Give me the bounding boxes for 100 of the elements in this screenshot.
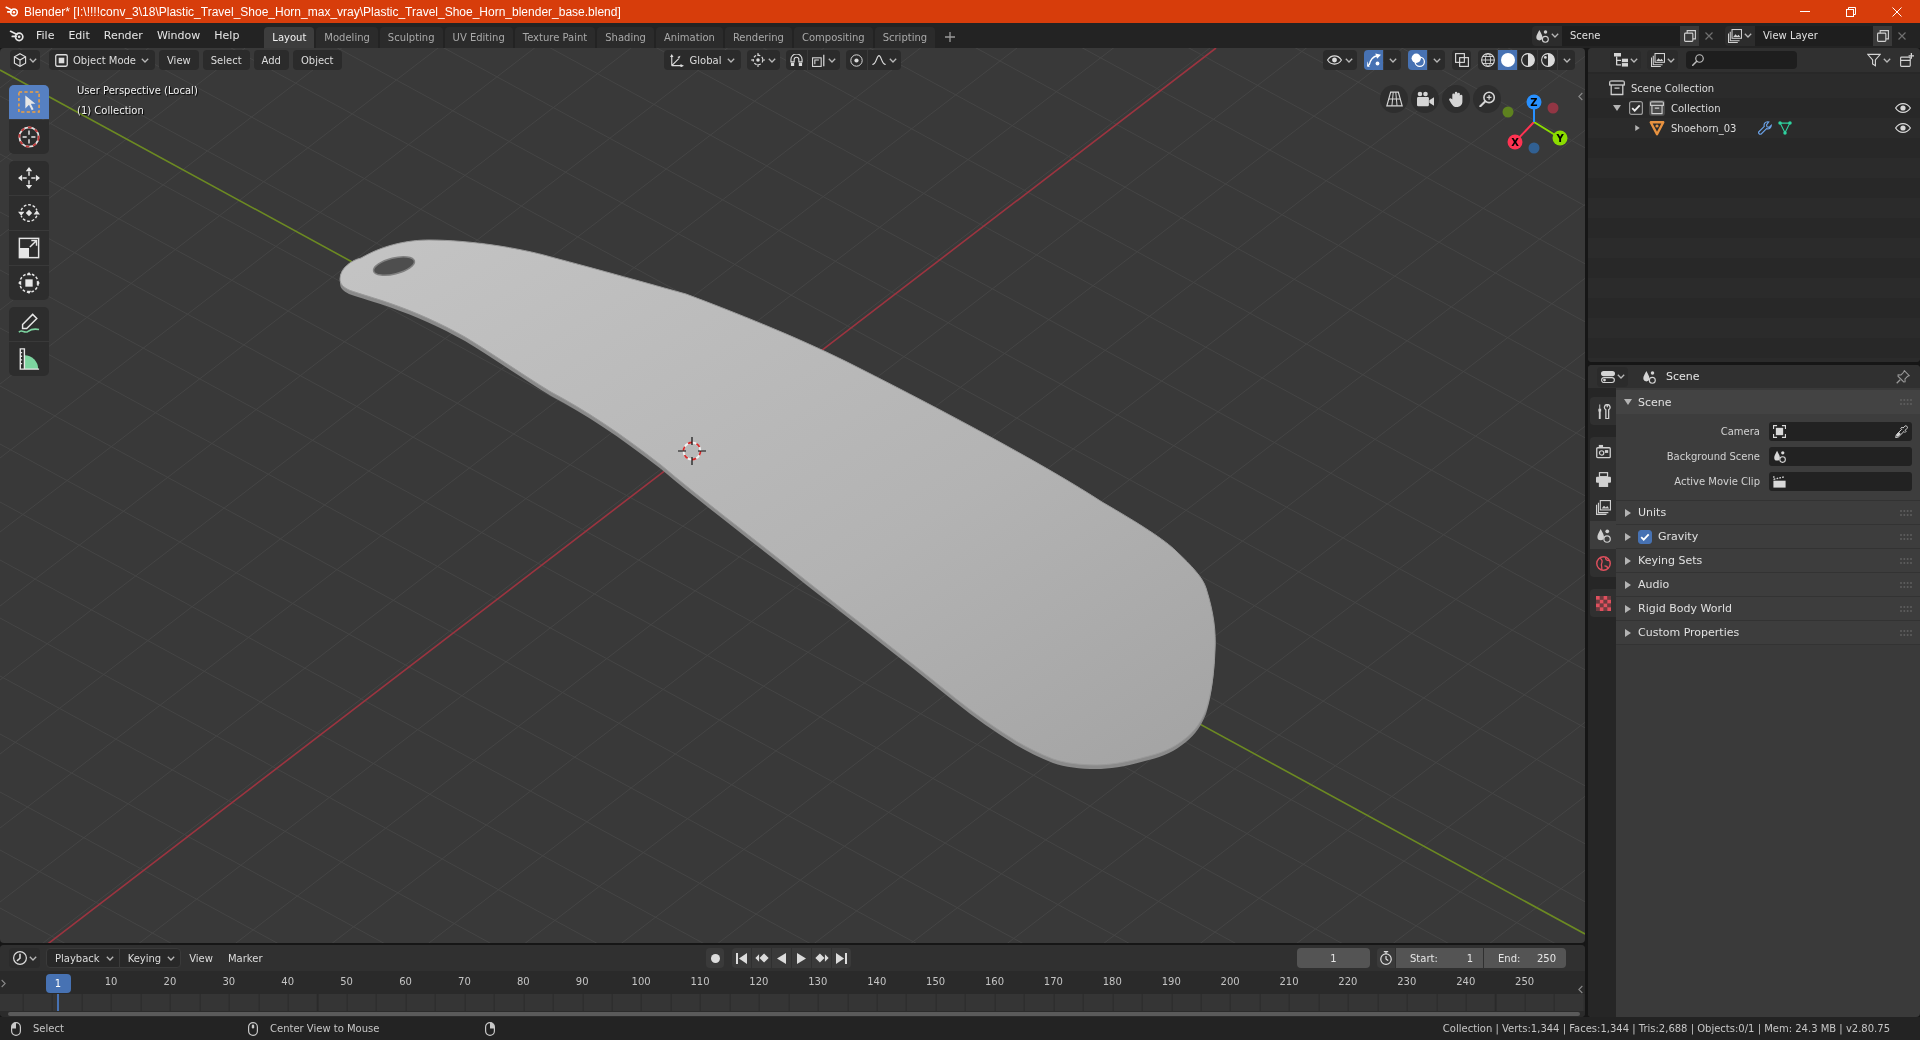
view-layer-browse-button[interactable] — [1725, 25, 1755, 46]
checkbox[interactable] — [1629, 101, 1643, 115]
menu-item[interactable]: View — [159, 50, 199, 70]
properties-tab[interactable] — [1590, 589, 1616, 617]
drag-handle-icon[interactable] — [1900, 533, 1912, 540]
outliner-item[interactable]: Collection — [1671, 102, 1721, 114]
hand-icon[interactable] — [1442, 85, 1470, 113]
shading-button[interactable] — [1518, 50, 1537, 70]
menu-item[interactable]: Add — [253, 50, 289, 70]
app-logo-icon[interactable] — [9, 29, 25, 42]
tool-button[interactable] — [9, 342, 49, 376]
playback-button[interactable] — [752, 948, 771, 968]
menu-item[interactable]: Marker — [220, 948, 270, 968]
end-frame-field[interactable]: End: 250 — [1484, 948, 1566, 968]
editor-type-button[interactable] — [9, 948, 40, 968]
playback-button[interactable] — [732, 948, 751, 968]
drag-handle-icon[interactable] — [1900, 509, 1912, 516]
menu-item[interactable]: Window — [149, 25, 208, 46]
eye-icon[interactable] — [1895, 123, 1911, 133]
orientation-dropdown[interactable]: Global — [664, 50, 741, 70]
zoom-icon[interactable] — [1473, 85, 1501, 113]
close-icon[interactable] — [1898, 31, 1906, 40]
new-scene-button[interactable] — [1680, 25, 1699, 46]
axis-handle[interactable] — [1502, 106, 1514, 118]
properties-tab[interactable] — [1590, 437, 1616, 465]
outliner-item[interactable]: Scene Collection — [1631, 82, 1715, 94]
menu-item[interactable]: View — [182, 948, 220, 968]
editor-type-button[interactable] — [1597, 366, 1628, 387]
eyedropper-icon[interactable] — [1895, 425, 1908, 438]
menu-item[interactable]: Object — [292, 50, 342, 70]
overlay-toggle[interactable] — [1408, 50, 1427, 70]
new-collection-icon[interactable] — [1900, 53, 1914, 67]
expand-icon[interactable] — [1624, 399, 1632, 405]
workspace-tab[interactable]: Compositing — [793, 27, 873, 48]
object-field[interactable] — [1769, 472, 1912, 491]
workspace-tab[interactable]: Scripting — [874, 27, 936, 48]
panel-header[interactable]: Scene — [1616, 390, 1920, 414]
tool-button[interactable] — [9, 231, 49, 265]
expand-icon[interactable] — [1625, 628, 1631, 637]
menu-item[interactable]: Help — [207, 25, 247, 46]
drag-handle-icon[interactable] — [1900, 581, 1912, 588]
gizmo-toggle[interactable] — [1364, 50, 1383, 70]
start-frame-field[interactable]: Start: 1 — [1396, 948, 1483, 968]
eye-icon[interactable] — [1895, 103, 1911, 113]
camera-icon[interactable] — [1411, 85, 1439, 113]
record-button[interactable] — [706, 948, 724, 968]
workspace-tab[interactable]: Rendering — [724, 27, 792, 48]
menu-item[interactable]: Select — [202, 50, 250, 70]
close-icon[interactable] — [1705, 31, 1713, 40]
snap-button[interactable] — [786, 50, 807, 70]
workspace-tab[interactable]: UV Editing — [444, 27, 513, 48]
tool-button[interactable] — [9, 161, 49, 195]
workspace-tab[interactable]: Animation — [655, 27, 723, 48]
frame-ruler[interactable]: 1 10 20 30 40 50 60 70 80 90 100 110 120 130 140 150 160 170 180 190 200 210 220 230 240 250 — [0, 971, 1585, 994]
dropdown-button[interactable] — [1428, 50, 1445, 70]
scrollbar[interactable] — [8, 1012, 1580, 1016]
drag-handle-icon[interactable] — [1900, 557, 1912, 564]
view-layer-name-field[interactable]: View Layer — [1755, 25, 1873, 46]
search-field[interactable] — [1686, 51, 1797, 69]
expand-icon[interactable] — [1625, 508, 1631, 517]
properties-tab[interactable] — [1590, 493, 1616, 521]
workspace-tab[interactable]: Layout — [264, 27, 315, 48]
axis-handle[interactable]: Y — [1533, 121, 1568, 146]
display-mode-button[interactable] — [1610, 50, 1641, 70]
playback-button[interactable] — [792, 948, 811, 968]
shoehorn-model[interactable] — [339, 239, 1216, 769]
axis-handle[interactable]: X — [1507, 121, 1535, 150]
view-layer-button[interactable] — [1647, 50, 1678, 70]
axis-handle[interactable] — [1528, 142, 1540, 154]
tool-button[interactable] — [9, 307, 49, 341]
chevron-icon[interactable] — [1578, 92, 1583, 101]
menu-item[interactable]: File — [29, 25, 62, 46]
pivot-button[interactable] — [747, 50, 780, 70]
menu-dropdown[interactable]: Keying — [118, 948, 182, 968]
grid-icon[interactable] — [1380, 85, 1408, 113]
tool-button[interactable] — [9, 196, 49, 230]
current-frame-field[interactable]: 1 — [1297, 948, 1370, 968]
expand-icon[interactable] — [1613, 105, 1621, 111]
scene-browse-button[interactable] — [1532, 25, 1562, 46]
xray-toggle[interactable] — [1452, 50, 1471, 70]
expand-icon[interactable] — [1625, 532, 1631, 541]
mode-dropdown[interactable]: Object Mode — [49, 50, 155, 70]
drag-handle-icon[interactable] — [1900, 605, 1912, 612]
tool-button[interactable] — [9, 266, 49, 300]
object-field[interactable] — [1769, 447, 1912, 466]
dropdown-button[interactable] — [1384, 50, 1401, 70]
checkbox[interactable] — [1638, 529, 1652, 544]
properties-tab[interactable] — [1590, 397, 1616, 425]
falloff-button[interactable] — [868, 50, 901, 70]
visibility-button[interactable] — [1323, 50, 1357, 70]
playback-button[interactable] — [832, 948, 851, 968]
drag-handle-icon[interactable] — [1900, 399, 1912, 405]
properties-tab[interactable] — [1590, 521, 1616, 549]
workspace-tab[interactable]: Texture Paint — [514, 27, 596, 48]
snap-target-button[interactable] — [808, 50, 840, 70]
workspace-tab[interactable]: Modeling — [316, 27, 378, 48]
pin-icon[interactable] — [1896, 369, 1910, 384]
axis-handle[interactable] — [1547, 102, 1559, 114]
editor-type-button[interactable] — [10, 50, 40, 70]
proportional-edit-button[interactable] — [846, 50, 867, 70]
